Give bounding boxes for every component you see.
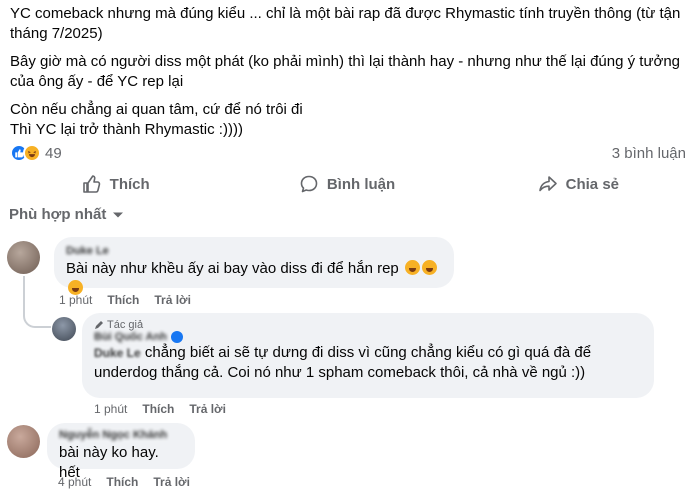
comment-button-label: Bình luận <box>326 175 396 193</box>
verified-badge-icon <box>170 331 183 343</box>
like-button-label: Thích <box>109 175 150 193</box>
comment-like-button[interactable]: Thích <box>107 293 139 307</box>
reply-item: Tác giả Bùi Quốc Anh Duke Le chẳng biết … <box>52 313 654 398</box>
comment-time[interactable]: 4 phút <box>58 475 91 489</box>
comment-time[interactable]: 1 phút <box>59 293 92 307</box>
comment-author[interactable]: Bùi Quốc Anh <box>94 331 167 343</box>
thumbs-up-icon <box>82 175 100 193</box>
share-button-label: Chia sẻ <box>565 175 619 193</box>
reactions-summary[interactable]: 49 <box>10 144 62 162</box>
laughing-emoji-icon <box>404 260 420 275</box>
comment-bubble: Nguyễn Ngọc Khánh bài này ko hay. hết <box>47 423 195 481</box>
comment-item: Nguyễn Ngọc Khánh bài này ko hay. hết <box>7 423 195 481</box>
reply-author-row: Bùi Quốc Anh <box>94 331 642 343</box>
comment-reply-button[interactable]: Trả lời <box>153 475 190 489</box>
haha-icon <box>23 144 41 162</box>
comment-author[interactable]: Duke Le <box>66 245 442 257</box>
comment-text-content: chẳng biết ai sẽ tự dưng đi diss vì cũng… <box>94 344 592 381</box>
share-arrow-icon <box>538 176 557 192</box>
comment-meta: 1 phút Thích Trả lời <box>59 293 191 307</box>
comment-meta: 4 phút Thích Trả lời <box>58 475 190 489</box>
comment-like-button[interactable]: Thích <box>106 475 138 489</box>
like-button[interactable]: Thích <box>0 170 231 198</box>
laughing-emoji-icon <box>421 260 437 275</box>
post-paragraph: Còn nếu chẳng ai quan tâm, cứ để nó trôi… <box>10 101 303 118</box>
comment-bubble-icon <box>300 175 318 193</box>
comment-meta: 1 phút Thích Trả lời <box>94 402 226 416</box>
comment-text: Duke Le chẳng biết ai sẽ tự dưng đi diss… <box>94 343 642 383</box>
post-paragraph: YC comeback nhưng mà đúng kiểu ... chỉ l… <box>10 5 681 42</box>
post-body: YC comeback nhưng mà đúng kiểu ... chỉ l… <box>10 4 690 140</box>
reaction-icons <box>10 144 41 162</box>
comment-button[interactable]: Bình luận <box>231 170 462 198</box>
comment-author[interactable]: Nguyễn Ngọc Khánh <box>59 429 183 441</box>
avatar[interactable] <box>7 241 40 274</box>
mention-link[interactable]: Duke Le <box>94 346 141 360</box>
comment-reply-button[interactable]: Trả lời <box>154 293 191 307</box>
post-action-bar: Thích Bình luận Chia sẻ <box>0 170 694 198</box>
comment-item: Duke Le Bài này như khều ấy ai bay vào d… <box>7 237 454 295</box>
comment-bubble: Tác giả Bùi Quốc Anh Duke Le chẳng biết … <box>82 313 654 398</box>
post-paragraph: Thì YC lại trở thành Rhymastic :)))) <box>10 121 243 138</box>
post-paragraph: Bây giờ mà có người diss một phát (ko ph… <box>10 53 681 90</box>
comment-time[interactable]: 1 phút <box>94 402 127 416</box>
sort-label: Phù hợp nhất <box>9 206 107 223</box>
author-badge-label: Tác giả <box>107 319 144 331</box>
caret-down-icon <box>113 212 124 217</box>
thread-connector <box>23 276 51 328</box>
comment-text-content: Bài này như khều ấy ai bay vào diss đi đ… <box>66 260 399 277</box>
post-stats: 49 3 bình luận <box>10 142 686 164</box>
reaction-count: 49 <box>45 144 62 162</box>
share-button[interactable]: Chia sẻ <box>463 170 694 198</box>
pen-icon <box>95 321 103 329</box>
comment-sort-dropdown[interactable]: Phù hợp nhất <box>9 206 124 223</box>
comment-like-button[interactable]: Thích <box>142 402 174 416</box>
comment-count[interactable]: 3 bình luận <box>612 145 686 162</box>
avatar[interactable] <box>52 317 76 341</box>
avatar[interactable] <box>7 425 40 458</box>
author-badge: Tác giả <box>94 319 642 331</box>
comment-bubble: Duke Le Bài này như khều ấy ai bay vào d… <box>54 237 454 295</box>
comment-reply-button[interactable]: Trả lời <box>189 402 226 416</box>
